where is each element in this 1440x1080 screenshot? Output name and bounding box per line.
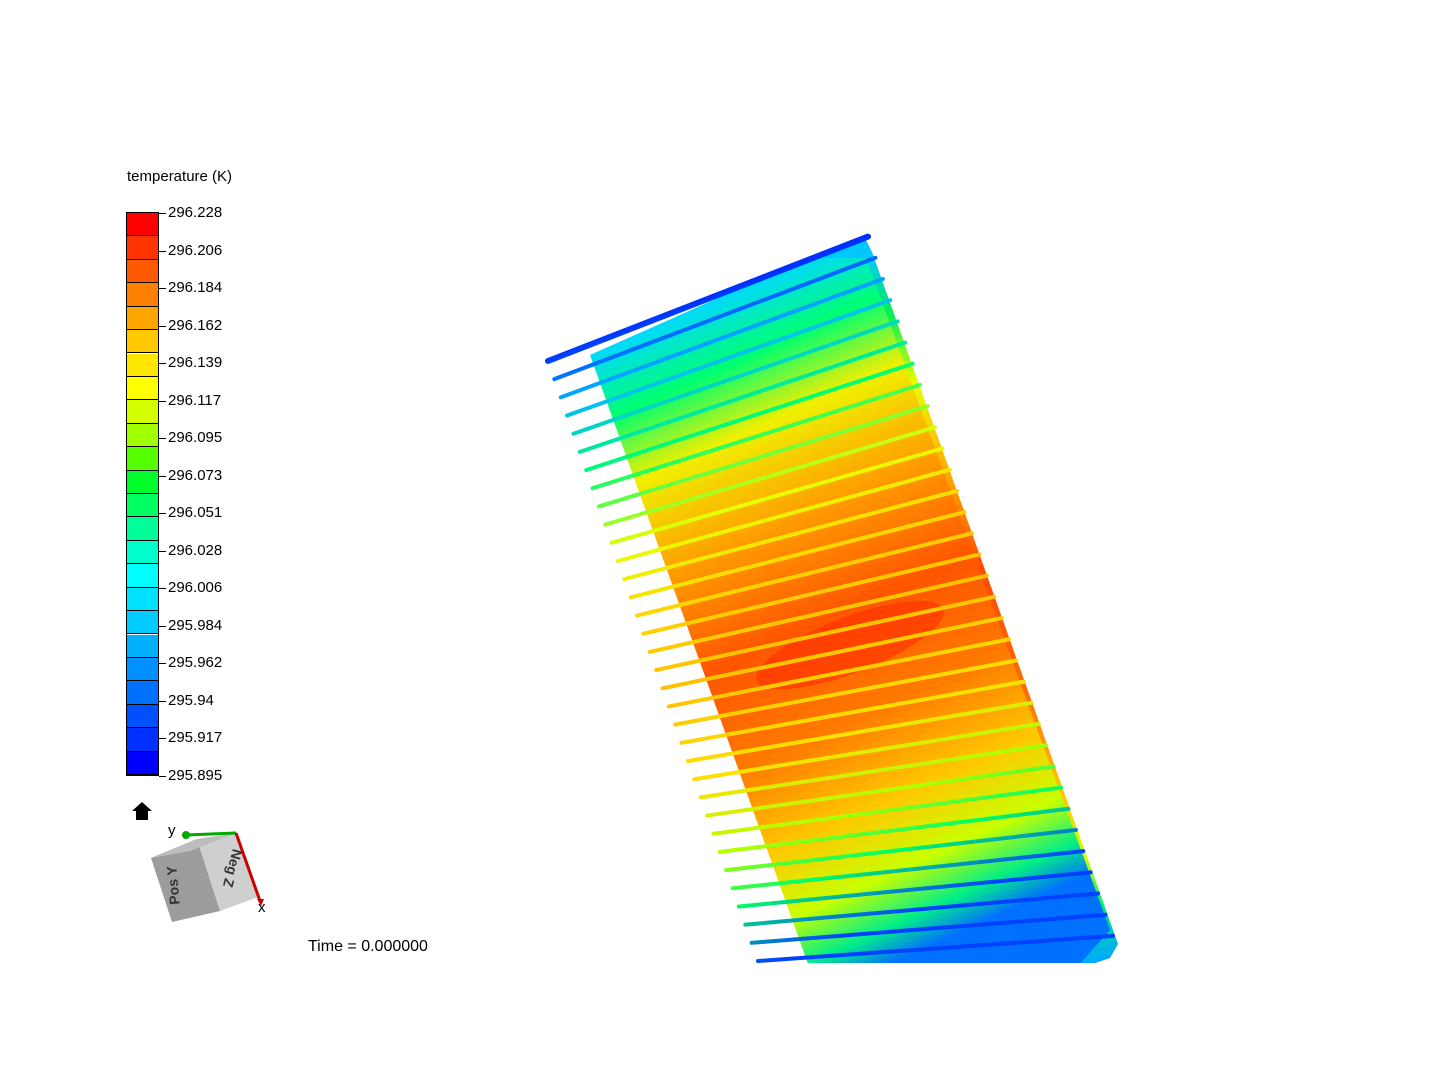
color-bar-tick <box>159 663 166 665</box>
color-bar-tick <box>159 513 166 515</box>
color-bar-tick <box>159 625 166 627</box>
color-bar-tick <box>159 325 166 327</box>
color-bar-swatch <box>127 447 158 471</box>
color-bar-swatch <box>127 728 158 752</box>
color-bar-swatch <box>127 400 158 424</box>
color-bar-tick <box>159 550 166 552</box>
color-bar-swatch <box>127 657 158 682</box>
y-axis-tip <box>182 831 190 839</box>
color-bar-tick-label: 296.117 <box>168 391 222 409</box>
axis-label-x: x <box>258 899 266 916</box>
color-bar-swatch <box>127 540 158 565</box>
color-bar-tick <box>159 288 166 290</box>
color-bar-swatch <box>127 213 158 237</box>
heatsink-model <box>545 233 1118 963</box>
color-bar-tick-label: 296.139 <box>168 354 223 372</box>
axis-label-y: y <box>168 822 176 839</box>
color-bar-tick-label: 296.028 <box>168 541 223 559</box>
color-bar-tick <box>159 250 166 252</box>
color-bar-tick-label: 295.917 <box>168 729 223 747</box>
color-bar-swatch <box>127 376 158 401</box>
color-bar-tick <box>159 700 166 702</box>
color-bar-swatch <box>127 306 158 331</box>
y-axis-line <box>185 831 237 837</box>
color-bar-tick-label: 296.006 <box>168 579 223 597</box>
color-bar-tick-label: 295.895 <box>168 767 223 784</box>
color-bar-swatch <box>127 283 158 307</box>
color-bar-tick <box>159 363 166 365</box>
color-bar-tick <box>159 438 166 440</box>
time-readout: Time = 0.000000 <box>308 938 428 955</box>
color-bar-swatch <box>127 517 158 541</box>
color-bar-swatch <box>127 423 158 448</box>
color-bar-tick <box>159 776 166 777</box>
color-bar-swatch <box>127 236 158 260</box>
color-bar-tick <box>159 475 166 477</box>
color-bar-swatch <box>127 470 158 494</box>
color-bar-tick-label: 296.051 <box>168 504 223 522</box>
color-bar <box>126 212 159 776</box>
color-bar-swatch <box>127 751 158 775</box>
color-bar-tick-label: 296.162 <box>168 316 223 334</box>
color-bar-tick-label: 296.184 <box>168 279 223 297</box>
color-bar-tick-label: 296.073 <box>168 466 223 484</box>
color-bar-swatch <box>127 634 158 658</box>
color-bar-swatch <box>127 681 158 705</box>
color-bar-swatch <box>127 330 158 354</box>
cube-label-pos-y: Pos Y <box>163 865 182 906</box>
color-bar-swatch <box>127 611 158 635</box>
color-bar-tick <box>159 400 166 402</box>
color-bar-swatch <box>127 564 158 588</box>
color-bar-tick <box>159 213 166 214</box>
color-bar-tick <box>159 738 166 740</box>
color-bar-tick-label: 296.095 <box>168 429 223 447</box>
orientation-cube[interactable]: Pos Y Neg Z y x <box>140 815 280 930</box>
color-bar-swatch <box>127 494 158 518</box>
color-bar-tick-label: 296.228 <box>168 204 223 221</box>
color-bar-tick <box>159 588 166 590</box>
color-bar-swatch <box>127 353 158 377</box>
color-bar-swatch <box>127 587 158 612</box>
color-bar-tick-label: 295.984 <box>168 616 223 634</box>
color-bar-tick-label: 295.962 <box>168 654 223 672</box>
color-bar-tick-label: 295.94 <box>168 691 214 709</box>
color-bar-swatch <box>127 704 158 729</box>
legend-title: temperature (K) <box>127 168 233 185</box>
color-bar-swatch <box>127 259 158 284</box>
color-bar-tick-label: 296.206 <box>168 241 223 259</box>
